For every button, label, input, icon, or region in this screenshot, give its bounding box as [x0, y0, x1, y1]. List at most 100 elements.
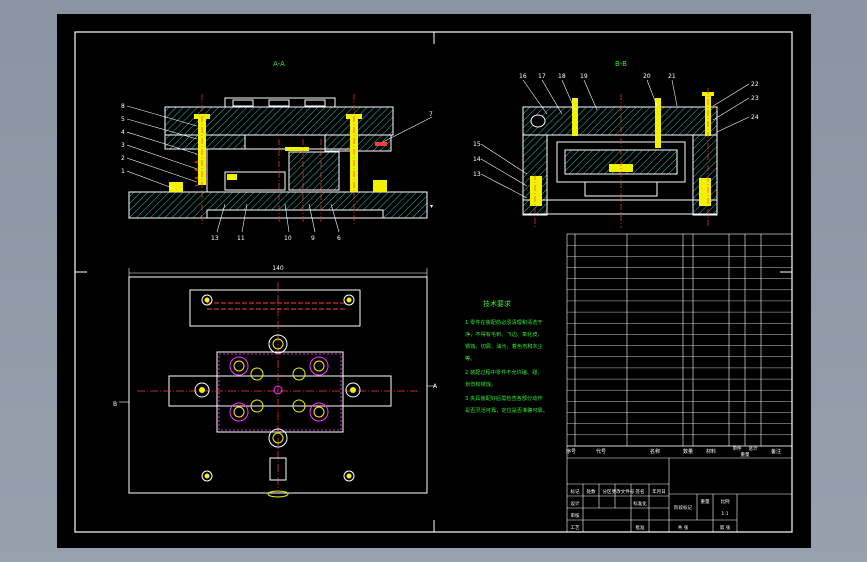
- tech-req-line-1: 净，不得有毛刺、飞边、氧化皮、: [465, 330, 543, 338]
- side-foot-left: [530, 176, 542, 206]
- side-top-plate: [522, 106, 718, 136]
- plan-clamp-ll-core: [233, 406, 245, 418]
- tb-weight: 重量: [701, 498, 710, 505]
- tb-sheet-no: 第 张: [720, 524, 731, 531]
- side-foot-right: [699, 178, 711, 206]
- front-view-title: A-A: [273, 60, 285, 68]
- plan-view[interactable]: 140 B A: [113, 265, 438, 498]
- balloon-side-top-2: 18: [558, 73, 566, 80]
- balloon-side-left-0: 15: [473, 141, 481, 148]
- tech-req-line-2: 锈蚀、切屑、油污、着色剂和灰尘: [465, 342, 543, 350]
- front-surface-mark: ▾: [430, 203, 433, 210]
- balloon-front-5: 1: [121, 168, 125, 175]
- tb-design: 设计: [571, 500, 580, 507]
- tech-req-line-0: 1.零件在装配前必须清理和清洗干: [465, 318, 543, 326]
- side-stud-1: [572, 98, 578, 136]
- balloon-side-left-1: 14: [473, 156, 481, 163]
- tech-req-line-5: 划伤和锈蚀。: [465, 380, 496, 388]
- base-relief: [206, 209, 384, 219]
- title-block: [566, 445, 793, 533]
- plan-bolt-br-core: [346, 473, 352, 479]
- plan-clamp-ur: [309, 356, 329, 376]
- tb-count: 处数: [587, 488, 596, 495]
- balloon-front-6: 7: [429, 111, 433, 118]
- drawing-canvas: A-A ▾ 8 5 4 3 2 1 7 13 11 10 9 6 B-B 16 …: [74, 31, 793, 533]
- header-qty: 数量: [683, 448, 693, 455]
- balloon-side-top-0: 16: [519, 73, 527, 80]
- plan-handle-knob: [267, 490, 289, 498]
- tb-change-doc: 更改文件号: [612, 488, 635, 495]
- right-foot: [373, 180, 387, 192]
- plan-bolt-tr-core: [346, 297, 352, 303]
- plan-bolt-left-core: [199, 387, 205, 393]
- side-pivot: [530, 114, 546, 128]
- header-code: 代号: [596, 448, 606, 455]
- balloon-front-4: 2: [121, 155, 125, 162]
- plan-bolt-bl-core: [204, 473, 210, 479]
- cad-viewport[interactable]: A-A ▾ 8 5 4 3 2 1 7 13 11 10 9 6 B-B 16 …: [0, 0, 867, 562]
- side-base: [522, 199, 718, 215]
- tb-standard: 标准化: [633, 500, 647, 507]
- header-remark: 备注: [771, 448, 781, 455]
- plan-section-mark-left: B: [113, 401, 117, 408]
- tb-sheets-total: 共 张: [678, 524, 689, 531]
- tech-req-line-6: 3.夹具装配好后需检查各部分动作: [465, 394, 543, 402]
- center-block: [288, 151, 340, 191]
- left-foot: [169, 182, 183, 192]
- balloon-side-top-1: 17: [538, 73, 546, 80]
- plan-workpiece-outline: [218, 353, 342, 431]
- tech-req-line-3: 等。: [465, 354, 475, 362]
- tb-signature: 签名: [636, 488, 645, 495]
- plan-clamp-ul: [229, 356, 249, 376]
- tb-approve: 批准: [636, 524, 645, 531]
- side-view-title: B-B: [615, 60, 627, 68]
- plan-top-bar: [189, 289, 361, 327]
- balloon-side-top-4: 20: [643, 73, 651, 80]
- plan-width-dim: 140: [272, 265, 284, 272]
- balloon-front-11: 6: [337, 235, 341, 242]
- header-item-no: 序号: [566, 448, 576, 455]
- tech-req-line-7: 是否灵活可靠，定位是否准确可靠。: [465, 406, 548, 414]
- parts-list-headers: 序号 代号 名称 数量 材料 单件 总计 重量 备注: [566, 445, 781, 458]
- plan-clamp-ur-core: [313, 360, 325, 372]
- drawing-sheet: A-A ▾ 8 5 4 3 2 1 7 13 11 10 9 6 B-B 16 …: [57, 14, 811, 548]
- parts-list: [566, 233, 793, 447]
- balloon-side-left-2: 13: [473, 171, 481, 178]
- balloon-side-right-0: 22: [751, 81, 759, 88]
- plan-section-mark-right: A: [433, 383, 438, 390]
- side-stud-2: [655, 98, 661, 148]
- tb-stage: 阶段标记: [674, 504, 692, 511]
- plan-clamp-ul-core: [233, 360, 245, 372]
- tech-req-line-4: 2.装配过程中零件不允许磕、碰、: [465, 368, 543, 376]
- header-material: 材料: [706, 448, 716, 455]
- front-section-view[interactable]: A-A ▾: [128, 60, 433, 226]
- balloon-front-1: 5: [121, 116, 125, 123]
- balloon-side-top-5: 21: [668, 73, 676, 80]
- plan-pin-2: [292, 367, 306, 381]
- balloon-front-3: 3: [121, 142, 125, 149]
- balloon-front-8: 11: [237, 235, 245, 242]
- balloon-side-right-1: 23: [751, 95, 759, 102]
- side-section-view[interactable]: B-B: [522, 60, 718, 228]
- balloon-front-10: 9: [311, 235, 315, 242]
- tb-mark: 标记: [571, 488, 580, 495]
- balloon-side-top-3: 19: [580, 73, 588, 80]
- tb-zone: 分区: [603, 488, 612, 495]
- plan-bolt-tl-core: [204, 297, 210, 303]
- tb-scale: 比例: [721, 498, 730, 505]
- header-weight: 重量: [741, 451, 750, 458]
- tb-scale-value: 1:1: [721, 511, 728, 517]
- plan-clamp-lr-core: [313, 406, 325, 418]
- balloon-front-0: 8: [121, 103, 125, 110]
- balloon-front-9: 10: [284, 235, 292, 242]
- adjust-screw: [375, 142, 387, 146]
- tech-requirements: 技术要求 1.零件在装配前必须清理和清洗干 净，不得有毛刺、飞边、氧化皮、 锈蚀…: [465, 299, 548, 414]
- header-name: 名称: [650, 448, 660, 455]
- title-block-labels: 标记 处数 分区 更改文件号 签名 年月日 设计 标准化 阶段标记 重量 比例 …: [571, 488, 731, 531]
- plan-bolt-right-core: [350, 387, 356, 393]
- pressure-pad: [285, 147, 309, 151]
- plan-pin-1: [250, 367, 264, 381]
- parts-list-rows: [567, 244, 792, 435]
- tb-process: 工艺: [571, 525, 580, 531]
- balloon-front-2: 4: [121, 129, 125, 136]
